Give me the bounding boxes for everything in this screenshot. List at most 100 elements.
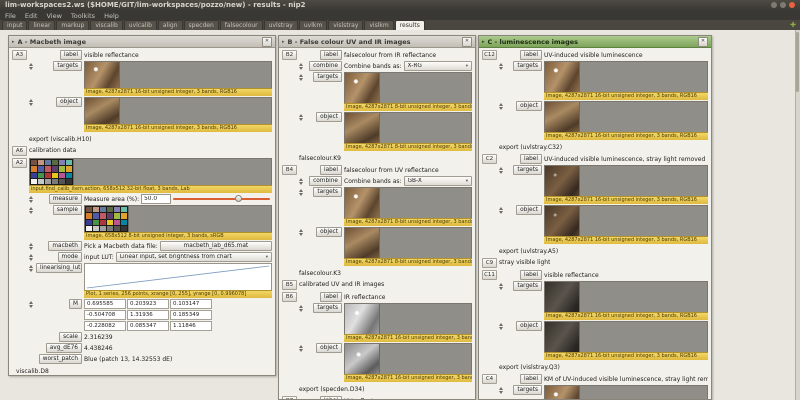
row-id-a2[interactable]: A2 (12, 158, 27, 168)
expander-icon[interactable]: ▸ (12, 39, 15, 45)
slider-handle[interactable] (235, 195, 242, 202)
label-button[interactable]: label (520, 374, 542, 384)
linearising_lut-button[interactable]: linearising_lut (36, 263, 82, 273)
image-thumbnail[interactable] (345, 113, 380, 143)
image-thumbnail[interactable] (345, 304, 380, 334)
object-button[interactable]: object (316, 112, 342, 122)
label-button[interactable]: label (520, 50, 542, 60)
matrix-cell[interactable]: 0.103147 (170, 299, 212, 309)
image-thumbnail[interactable] (345, 344, 380, 374)
tab-vislkm[interactable]: vislkm (364, 20, 393, 30)
updown-icon[interactable] (299, 72, 304, 81)
label-button[interactable]: label (520, 270, 542, 280)
row-id-a3[interactable]: A3 (12, 50, 27, 60)
combine-dropdown[interactable]: X-RG▾ (404, 61, 472, 71)
updown-icon[interactable] (299, 112, 304, 121)
tab-vislstray[interactable]: vislstray (328, 20, 363, 30)
updown-icon[interactable] (499, 165, 504, 174)
tab-markup[interactable]: markup (56, 20, 89, 30)
add-workspace-icon[interactable]: ✚ (790, 21, 796, 29)
row-id-b4[interactable]: B4 (282, 165, 297, 175)
updown-icon[interactable] (299, 187, 304, 196)
targets-button[interactable]: targets (313, 303, 342, 313)
updown-icon[interactable] (29, 252, 34, 261)
label-button[interactable]: label (60, 50, 82, 60)
matrix-cell[interactable]: 0.695585 (84, 299, 126, 309)
close-panel-icon[interactable]: ✕ (262, 37, 272, 47)
row-id-c4[interactable]: C4 (482, 374, 497, 384)
panel-title-bar[interactable]: ▸C - luminescence images✕ (479, 36, 711, 48)
image-thumbnail[interactable] (545, 62, 580, 92)
updown-icon[interactable] (499, 205, 504, 214)
image-thumbnail[interactable] (545, 102, 580, 132)
targets-button[interactable]: targets (513, 385, 542, 395)
scale-button[interactable]: scale (59, 332, 82, 342)
row-id-a6[interactable]: A6 (12, 146, 27, 156)
image-thumbnail[interactable] (545, 386, 580, 399)
tab-viscalib[interactable]: viscalib (90, 20, 122, 30)
combine-button[interactable]: combine (309, 61, 342, 71)
menu-item-help[interactable]: Help (104, 12, 119, 20)
close-panel-icon[interactable]: ✕ (698, 37, 708, 47)
updown-icon[interactable] (29, 97, 34, 106)
expander-icon[interactable]: ▸ (282, 39, 285, 45)
menu-item-edit[interactable]: Edit (25, 12, 38, 20)
targets-button[interactable]: targets (513, 281, 542, 291)
panel-title-bar[interactable]: ▸A - Macbeth image✕ (9, 36, 275, 48)
updown-icon[interactable] (299, 61, 304, 70)
label-button[interactable]: label (320, 50, 342, 60)
row-id-c12[interactable]: C12 (482, 50, 497, 60)
row-id-b5[interactable]: B5 (282, 280, 297, 290)
image-thumbnail[interactable] (30, 159, 74, 185)
sample-button[interactable]: sample (53, 205, 82, 215)
targets-button[interactable]: targets (513, 165, 542, 175)
image-thumbnail[interactable] (545, 206, 580, 236)
image-thumbnail[interactable] (345, 188, 380, 218)
avg_dE76-button[interactable]: avg_dE76 (46, 343, 82, 353)
updown-icon[interactable] (29, 241, 34, 250)
object-button[interactable]: object (516, 321, 542, 331)
file-picker-button[interactable]: macbeth_lab_d65.mat (160, 241, 272, 251)
image-thumbnail[interactable] (85, 62, 120, 88)
tab-falsecolour[interactable]: falsecolour (220, 20, 263, 30)
plot-canvas[interactable] (84, 263, 272, 290)
scrollbar-thumb[interactable] (796, 32, 799, 92)
object-button[interactable]: object (516, 101, 542, 111)
updown-icon[interactable] (29, 194, 34, 203)
row-id-b7[interactable]: B7 (282, 396, 297, 399)
updown-icon[interactable] (499, 61, 504, 70)
row-id-b6[interactable]: B6 (282, 292, 297, 302)
updown-icon[interactable] (299, 176, 304, 185)
measure-area-input[interactable] (141, 194, 171, 204)
object-button[interactable]: object (316, 227, 342, 237)
tab-specden[interactable]: specden (184, 20, 219, 30)
macbeth-button[interactable]: macbeth (48, 241, 82, 251)
updown-icon[interactable] (499, 385, 504, 394)
matrix-cell[interactable]: 0.085347 (127, 321, 169, 331)
updown-icon[interactable] (499, 321, 504, 330)
targets-button[interactable]: targets (53, 61, 82, 71)
updown-icon[interactable] (299, 227, 304, 236)
tab-align[interactable]: align (158, 20, 183, 30)
close-window-icon[interactable] (789, 2, 795, 8)
matrix-cell[interactable]: 0.203923 (127, 299, 169, 309)
combine-button[interactable]: combine (309, 176, 342, 186)
tab-uvlcalib[interactable]: uvlcalib (124, 20, 157, 30)
targets-button[interactable]: targets (513, 61, 542, 71)
label-button[interactable]: label (320, 292, 342, 302)
expander-icon[interactable]: ▸ (482, 39, 485, 45)
M-button[interactable]: M (69, 299, 82, 309)
tab-uvlkm[interactable]: uvlkm (299, 20, 327, 30)
matrix-cell[interactable]: 1.11846 (170, 321, 212, 331)
worst_patch-button[interactable]: worst_patch (39, 354, 82, 364)
matrix-cell[interactable]: 1.31936 (127, 310, 169, 320)
updown-icon[interactable] (29, 263, 34, 272)
close-panel-icon[interactable]: ✕ (462, 37, 472, 47)
vertical-scrollbar[interactable] (795, 30, 800, 400)
label-button[interactable]: label (320, 165, 342, 175)
row-id-c11[interactable]: C11 (482, 270, 497, 280)
mode-button[interactable]: mode (58, 252, 82, 262)
matrix-cell[interactable]: -0.504708 (84, 310, 126, 320)
row-id-c9[interactable]: C9 (482, 258, 497, 268)
matrix-cell[interactable]: -0.228082 (84, 321, 126, 331)
